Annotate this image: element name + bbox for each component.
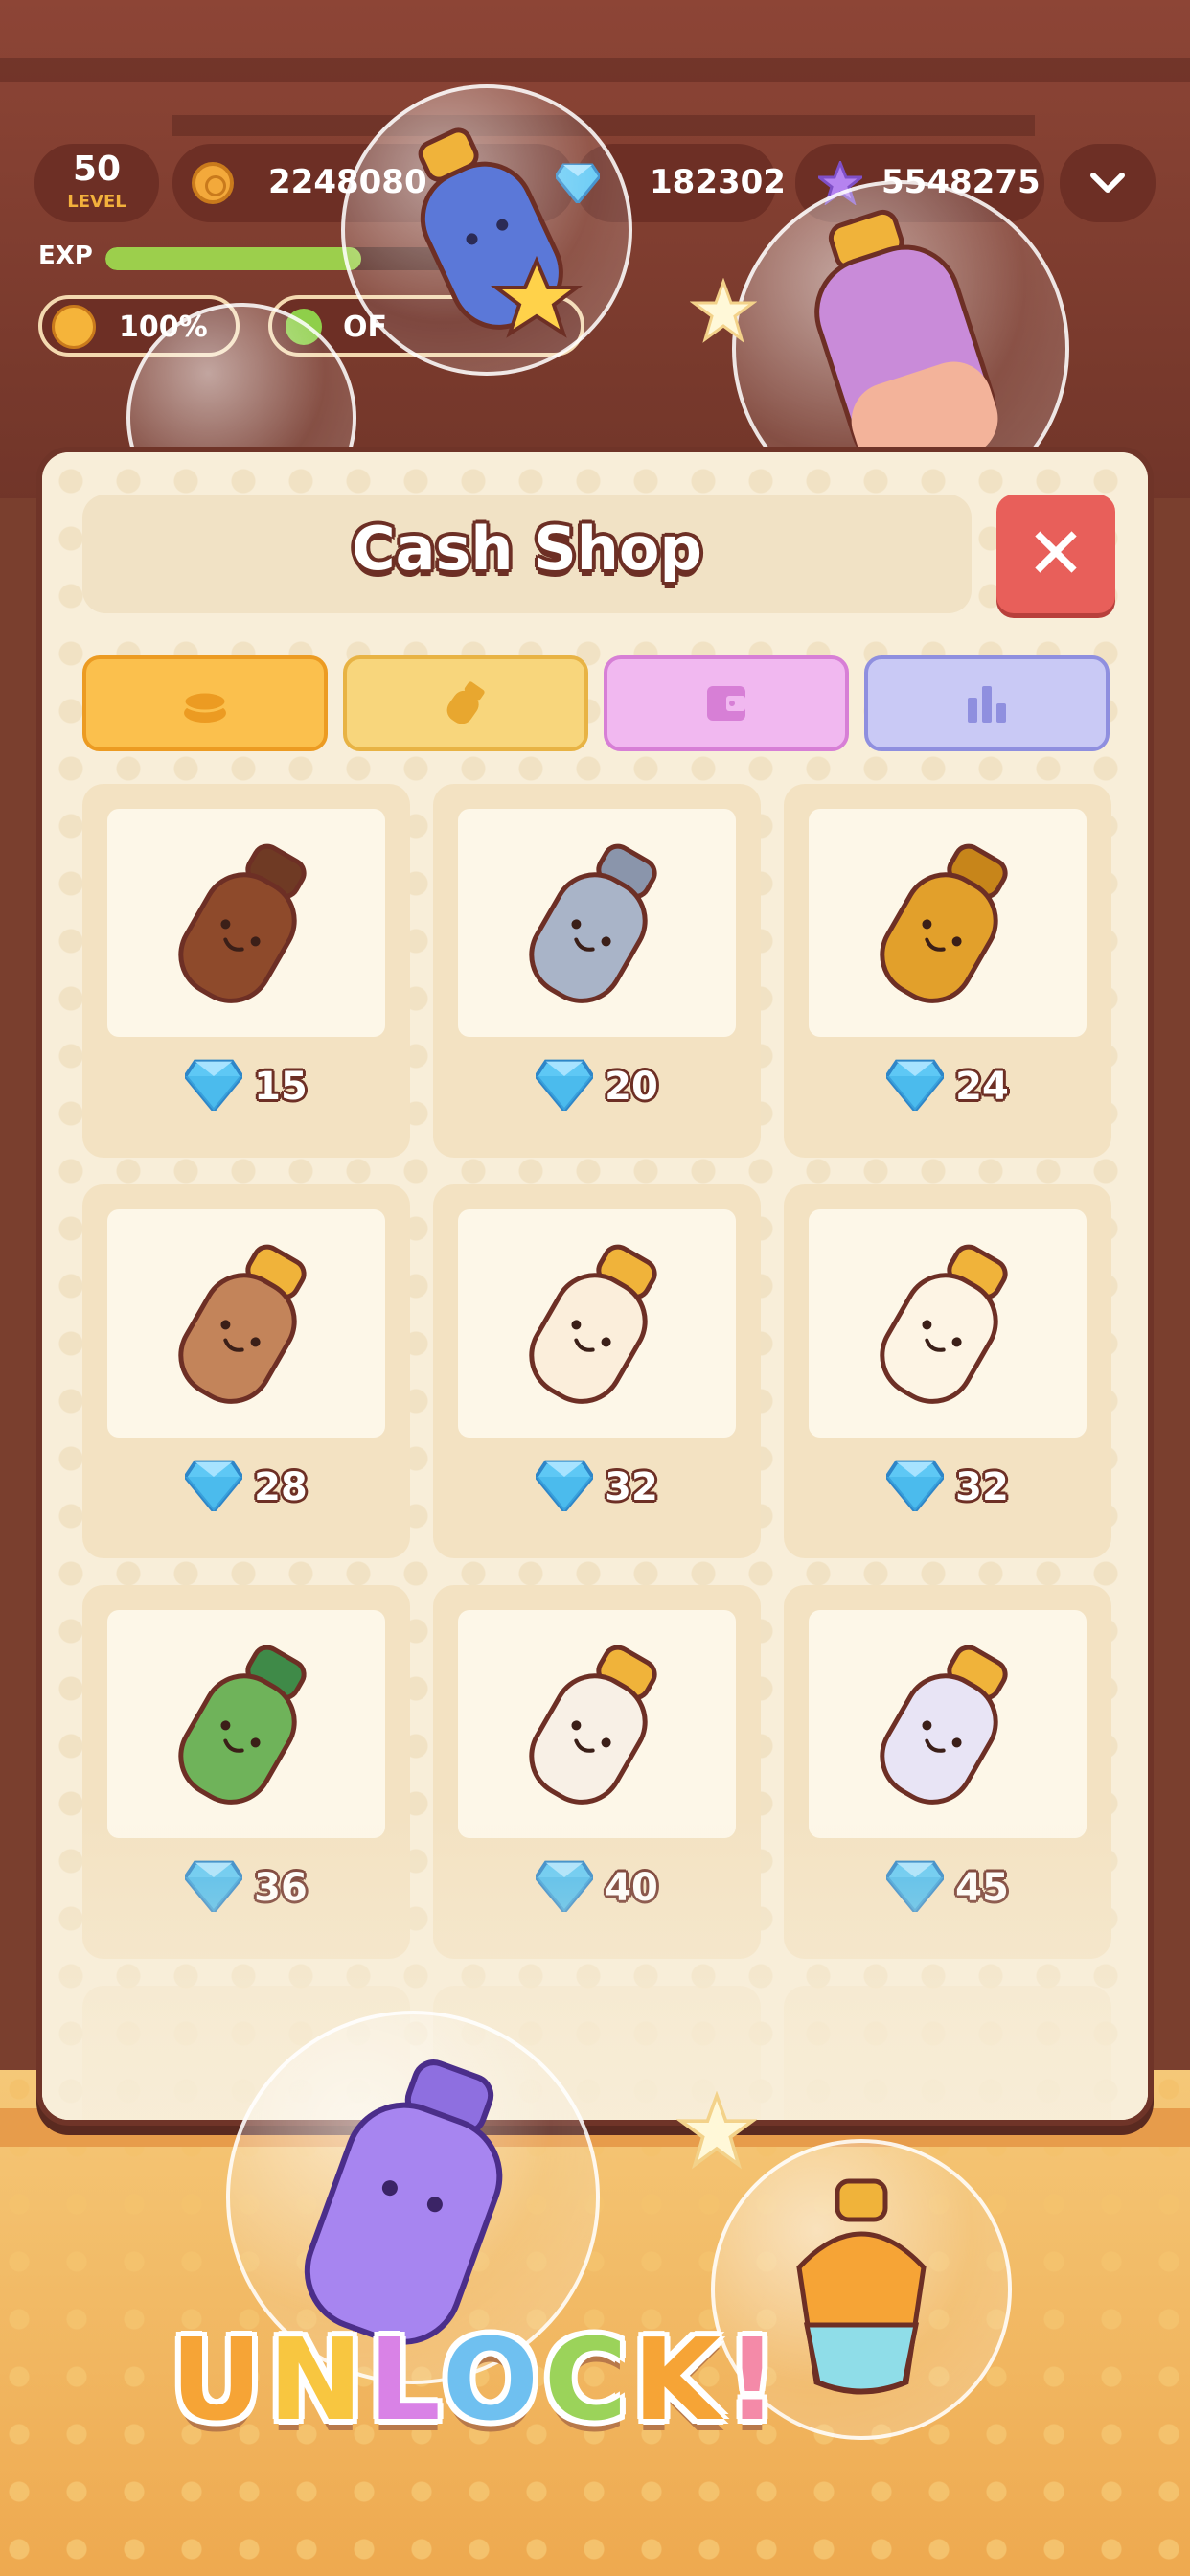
shop-item-card[interactable]: 28 [82, 1184, 410, 1558]
unlock-letter: K [632, 2313, 726, 2446]
bubble-blue-shaker [341, 84, 632, 376]
cat-bottle-icon [458, 1209, 736, 1438]
cash-shop-panel: Cash Shop ✕ 152024283232364045 [36, 447, 1154, 2126]
item-price: 20 [433, 1058, 761, 1116]
price-value: 20 [605, 1065, 658, 1109]
sparkle-star-icon [690, 278, 757, 343]
expand-button[interactable] [1060, 144, 1156, 222]
gem-icon [884, 1460, 947, 1515]
tab-stats[interactable] [864, 656, 1110, 751]
gold-shaker-icon [809, 809, 1087, 1037]
price-value: 32 [955, 1465, 1009, 1509]
wallet-icon [707, 686, 745, 721]
shaker-icon [446, 681, 485, 724]
level-badge[interactable]: 50 LEVEL [34, 144, 159, 222]
unlock-banner: UNLOCK! [171, 2313, 784, 2446]
coin-icon [192, 162, 234, 204]
unlock-letter: ! [725, 2313, 784, 2446]
close-button[interactable]: ✕ [996, 494, 1115, 613]
gem-icon [183, 1460, 245, 1515]
price-value: 32 [605, 1465, 658, 1509]
shop-item-card[interactable]: 15 [82, 784, 410, 1158]
shop-item-card[interactable]: 20 [433, 784, 761, 1158]
item-price: 24 [784, 1058, 1111, 1116]
frog-bottle-icon [107, 1610, 385, 1838]
panda-bottle-icon [809, 1209, 1087, 1438]
silver-shaker-icon [458, 809, 736, 1037]
item-price: 32 [784, 1459, 1111, 1516]
price-value: 24 [955, 1065, 1009, 1109]
item-price: 28 [82, 1459, 410, 1516]
price-value: 15 [254, 1065, 308, 1109]
chevron-down-icon [1090, 172, 1125, 193]
duck-bottle-icon [458, 1610, 736, 1838]
item-price: 32 [433, 1459, 761, 1516]
unlock-letter: O [442, 2313, 544, 2446]
ghost-bottle-icon [809, 1610, 1087, 1838]
price-value: 28 [254, 1465, 308, 1509]
brown-shaker-icon [107, 809, 385, 1037]
gem-icon [183, 1059, 245, 1115]
shop-item-card[interactable]: 24 [784, 784, 1111, 1158]
roof-beam [0, 58, 1190, 82]
tab-wallet[interactable] [604, 656, 849, 751]
shop-item-card[interactable]: 32 [433, 1184, 761, 1558]
coin-stack-icon [182, 690, 228, 723]
bar-chart-icon [968, 686, 1006, 723]
smiley-icon [52, 305, 96, 349]
shop-item-card[interactable]: 32 [784, 1184, 1111, 1558]
exp-fill [105, 247, 361, 270]
tab-coins[interactable] [82, 656, 328, 751]
sparkle-star-icon [676, 2091, 757, 2170]
gem-icon [534, 1460, 596, 1515]
page-title: Cash Shop [352, 514, 702, 584]
title-bar: Cash Shop [82, 494, 972, 613]
exp-label: EXP [38, 242, 93, 270]
gem-icon [884, 1059, 947, 1115]
close-icon: ✕ [1025, 513, 1086, 595]
unlock-letter: L [368, 2313, 443, 2446]
level-label: LEVEL [67, 192, 126, 212]
blue-shaker-icon [418, 127, 583, 338]
level-value: 50 [72, 150, 122, 189]
gem-icon [534, 1059, 596, 1115]
unlock-letter: U [171, 2313, 268, 2446]
unlock-letter: N [267, 2313, 369, 2446]
unlock-letter: C [543, 2313, 633, 2446]
boba-bottle-icon [107, 1209, 385, 1438]
tab-shakers[interactable] [343, 656, 588, 751]
item-price: 15 [82, 1058, 410, 1116]
